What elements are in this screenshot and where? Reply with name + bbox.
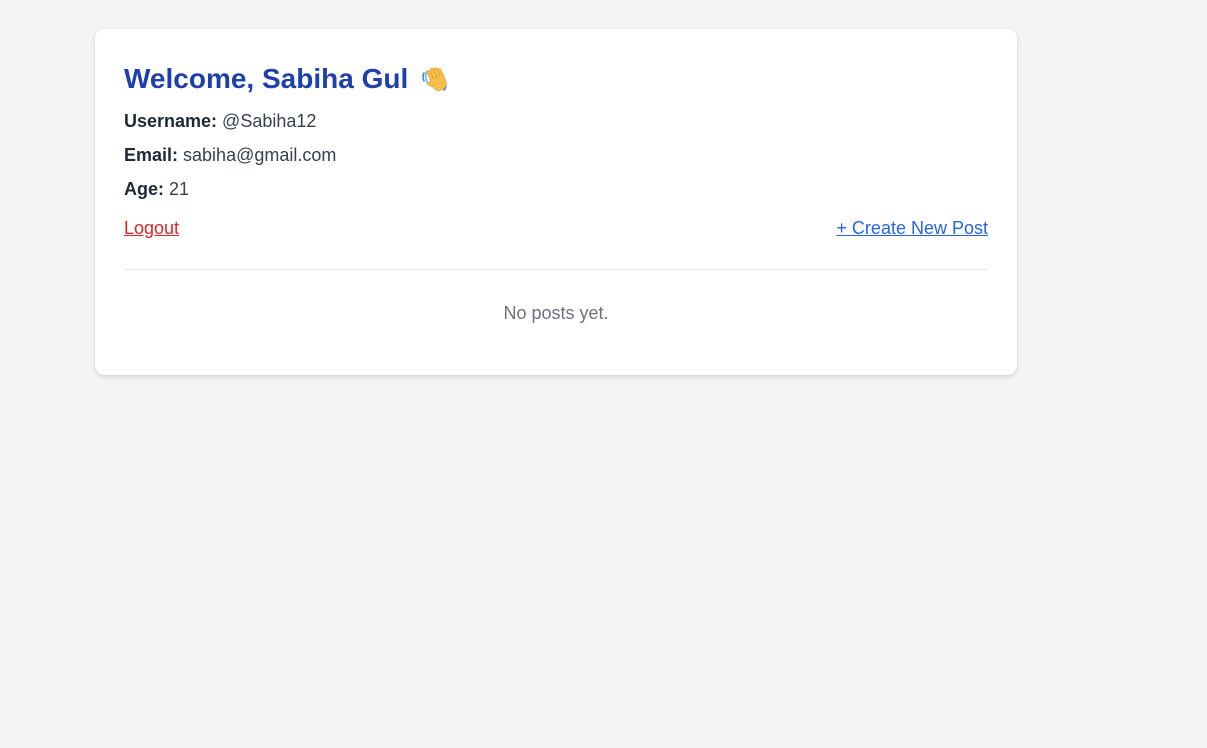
- age-row: Age: 21: [124, 177, 988, 211]
- profile-details: Username: @Sabiha12 Email: sabiha@gmail.…: [124, 109, 988, 211]
- age-label: Age:: [124, 179, 169, 199]
- waving-hand-icon: [420, 64, 450, 94]
- username-label: Username:: [124, 111, 223, 131]
- email-row: Email: sabiha@gmail.com: [124, 143, 988, 177]
- create-new-post-link[interactable]: + Create New Post: [836, 218, 988, 239]
- email-value: sabiha@gmail.com: [183, 145, 337, 165]
- logout-link[interactable]: Logout: [124, 218, 179, 239]
- age-value: 21: [169, 179, 190, 199]
- action-bar: Logout + Create New Post: [124, 213, 988, 243]
- welcome-text: Welcome, Sabiha Gul: [124, 63, 409, 94]
- username-value: @Sabiha12: [222, 111, 317, 131]
- username-row: Username: @Sabiha12: [124, 109, 988, 143]
- email-label: Email:: [124, 145, 184, 165]
- profile-card: Welcome, Sabiha Gul Username: @Sabiha12 …: [95, 29, 1017, 375]
- page-title: Welcome, Sabiha Gul: [124, 29, 988, 98]
- divider: [124, 269, 988, 270]
- empty-posts-message: No posts yet.: [503, 303, 609, 323]
